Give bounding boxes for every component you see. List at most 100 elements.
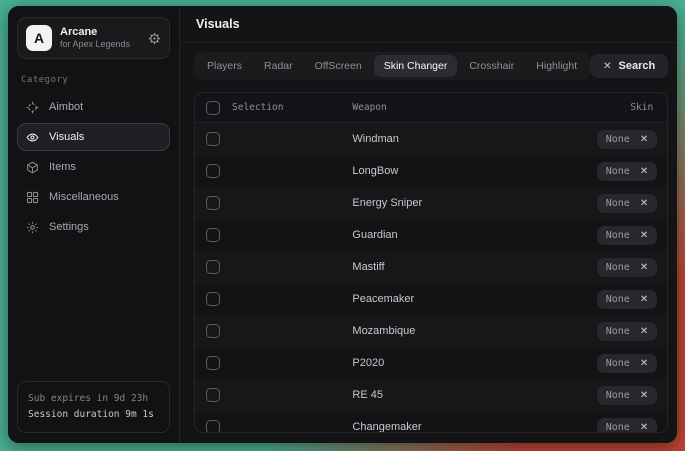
clear-skin-icon[interactable]: ✕ bbox=[640, 422, 648, 433]
crosshair-icon bbox=[26, 101, 40, 114]
skin-select-value: None bbox=[606, 166, 630, 177]
skin-select-value: None bbox=[606, 294, 630, 305]
row-checkbox[interactable] bbox=[206, 420, 220, 433]
weapon-name: P2020 bbox=[352, 357, 509, 369]
row-checkbox[interactable] bbox=[206, 196, 220, 210]
tab-highlight[interactable]: Highlight bbox=[526, 55, 587, 77]
row-checkbox[interactable] bbox=[206, 228, 220, 242]
table-header-row: Selection Weapon Skin bbox=[195, 93, 667, 123]
table-row: Mozambique None ✕ bbox=[195, 315, 667, 347]
app-window: A Arcane for Apex Legends Category Aimbo… bbox=[8, 6, 677, 443]
table-row: Mastiff None ✕ bbox=[195, 251, 667, 283]
row-checkbox[interactable] bbox=[206, 356, 220, 370]
search-button[interactable]: ✕ Search bbox=[590, 54, 668, 78]
selection-column-header: Selection bbox=[232, 102, 283, 113]
table-row: Peacemaker None ✕ bbox=[195, 283, 667, 315]
table-body: Windman None ✕ LongBow None bbox=[195, 123, 667, 433]
select-all-checkbox[interactable] bbox=[206, 101, 220, 115]
sidebar-item-aimbot[interactable]: Aimbot bbox=[17, 93, 170, 121]
skin-select[interactable]: None ✕ bbox=[597, 194, 657, 213]
main-header: Visuals bbox=[180, 6, 677, 43]
skin-select[interactable]: None ✕ bbox=[597, 354, 657, 373]
weapon-name: RE 45 bbox=[352, 389, 509, 401]
skin-select-value: None bbox=[606, 230, 630, 241]
weapon-name: Peacemaker bbox=[352, 293, 509, 305]
x-icon: ✕ bbox=[603, 61, 611, 72]
row-checkbox[interactable] bbox=[206, 292, 220, 306]
sidebar-item-miscellaneous[interactable]: Miscellaneous bbox=[17, 183, 170, 211]
session-card: Sub expires in 9d 23h Session duration 9… bbox=[17, 381, 170, 433]
tab-skin-changer[interactable]: Skin Changer bbox=[374, 55, 458, 77]
gear-icon bbox=[26, 221, 40, 234]
gear-icon[interactable] bbox=[148, 32, 161, 45]
cube-icon bbox=[26, 161, 40, 174]
app-subtitle: for Apex Legends bbox=[60, 39, 140, 50]
skin-select[interactable]: None ✕ bbox=[597, 386, 657, 405]
clear-skin-icon[interactable]: ✕ bbox=[640, 358, 648, 369]
weapon-name: Energy Sniper bbox=[352, 197, 509, 209]
table-row: Energy Sniper None ✕ bbox=[195, 187, 667, 219]
row-checkbox[interactable] bbox=[206, 132, 220, 146]
tab-offscreen[interactable]: OffScreen bbox=[305, 55, 372, 77]
app-logo: A bbox=[26, 25, 52, 51]
table-row: Windman None ✕ bbox=[195, 123, 667, 155]
sidebar-nav: Aimbot Visuals Items Miscellaneous Setti… bbox=[17, 93, 170, 241]
tab-radar[interactable]: Radar bbox=[254, 55, 303, 77]
session-duration-text: Session duration 9m 1s bbox=[28, 407, 159, 423]
clear-skin-icon[interactable]: ✕ bbox=[640, 326, 648, 337]
sidebar-item-settings[interactable]: Settings bbox=[17, 213, 170, 241]
weapon-name: Guardian bbox=[352, 229, 509, 241]
skin-select[interactable]: None ✕ bbox=[597, 258, 657, 277]
weapon-column-header: Weapon bbox=[352, 102, 509, 113]
table-row: Guardian None ✕ bbox=[195, 219, 667, 251]
skin-table: Selection Weapon Skin Windman None ✕ bbox=[194, 92, 668, 433]
weapon-name: Changemaker bbox=[352, 421, 509, 433]
page-title: Visuals bbox=[196, 17, 240, 31]
skin-select[interactable]: None ✕ bbox=[597, 290, 657, 309]
skin-select[interactable]: None ✕ bbox=[597, 130, 657, 149]
row-checkbox[interactable] bbox=[206, 164, 220, 178]
clear-skin-icon[interactable]: ✕ bbox=[640, 390, 648, 401]
weapon-name: Mozambique bbox=[352, 325, 509, 337]
tab-players[interactable]: Players bbox=[197, 55, 252, 77]
toolbar: PlayersRadarOffScreenSkin ChangerCrossha… bbox=[180, 43, 677, 80]
search-button-label: Search bbox=[619, 60, 656, 72]
weapon-name: Mastiff bbox=[352, 261, 509, 273]
skin-select-value: None bbox=[606, 134, 630, 145]
clear-skin-icon[interactable]: ✕ bbox=[640, 294, 648, 305]
clear-skin-icon[interactable]: ✕ bbox=[640, 230, 648, 241]
row-checkbox[interactable] bbox=[206, 324, 220, 338]
clear-skin-icon[interactable]: ✕ bbox=[640, 262, 648, 273]
table-row: Changemaker None ✕ bbox=[195, 411, 667, 433]
skin-select[interactable]: None ✕ bbox=[597, 162, 657, 181]
tab-crosshair[interactable]: Crosshair bbox=[459, 55, 524, 77]
main-panel: Visuals PlayersRadarOffScreenSkin Change… bbox=[180, 6, 677, 443]
tab-bar: PlayersRadarOffScreenSkin ChangerCrossha… bbox=[194, 52, 590, 80]
sidebar-item-visuals[interactable]: Visuals bbox=[17, 123, 170, 151]
skin-select-value: None bbox=[606, 358, 630, 369]
weapon-name: Windman bbox=[352, 133, 509, 145]
sidebar-item-items[interactable]: Items bbox=[17, 153, 170, 181]
skin-select-value: None bbox=[606, 262, 630, 273]
sub-expires-text: Sub expires in 9d 23h bbox=[28, 391, 159, 407]
brand-card: A Arcane for Apex Legends bbox=[17, 17, 170, 59]
skin-select[interactable]: None ✕ bbox=[597, 418, 657, 434]
app-name: Arcane bbox=[60, 26, 140, 40]
row-checkbox[interactable] bbox=[206, 260, 220, 274]
eye-icon bbox=[26, 131, 40, 144]
row-checkbox[interactable] bbox=[206, 388, 220, 402]
skin-select-value: None bbox=[606, 390, 630, 401]
skin-column-header: Skin bbox=[510, 102, 667, 113]
table-row: RE 45 None ✕ bbox=[195, 379, 667, 411]
skin-select[interactable]: None ✕ bbox=[597, 322, 657, 341]
skin-select-value: None bbox=[606, 326, 630, 337]
table-row: P2020 None ✕ bbox=[195, 347, 667, 379]
clear-skin-icon[interactable]: ✕ bbox=[640, 198, 648, 209]
weapon-name: LongBow bbox=[352, 165, 509, 177]
grid-icon bbox=[26, 191, 40, 204]
category-label: Category bbox=[21, 75, 170, 85]
clear-skin-icon[interactable]: ✕ bbox=[640, 166, 648, 177]
clear-skin-icon[interactable]: ✕ bbox=[640, 134, 648, 145]
skin-select[interactable]: None ✕ bbox=[597, 226, 657, 245]
table-row: LongBow None ✕ bbox=[195, 155, 667, 187]
